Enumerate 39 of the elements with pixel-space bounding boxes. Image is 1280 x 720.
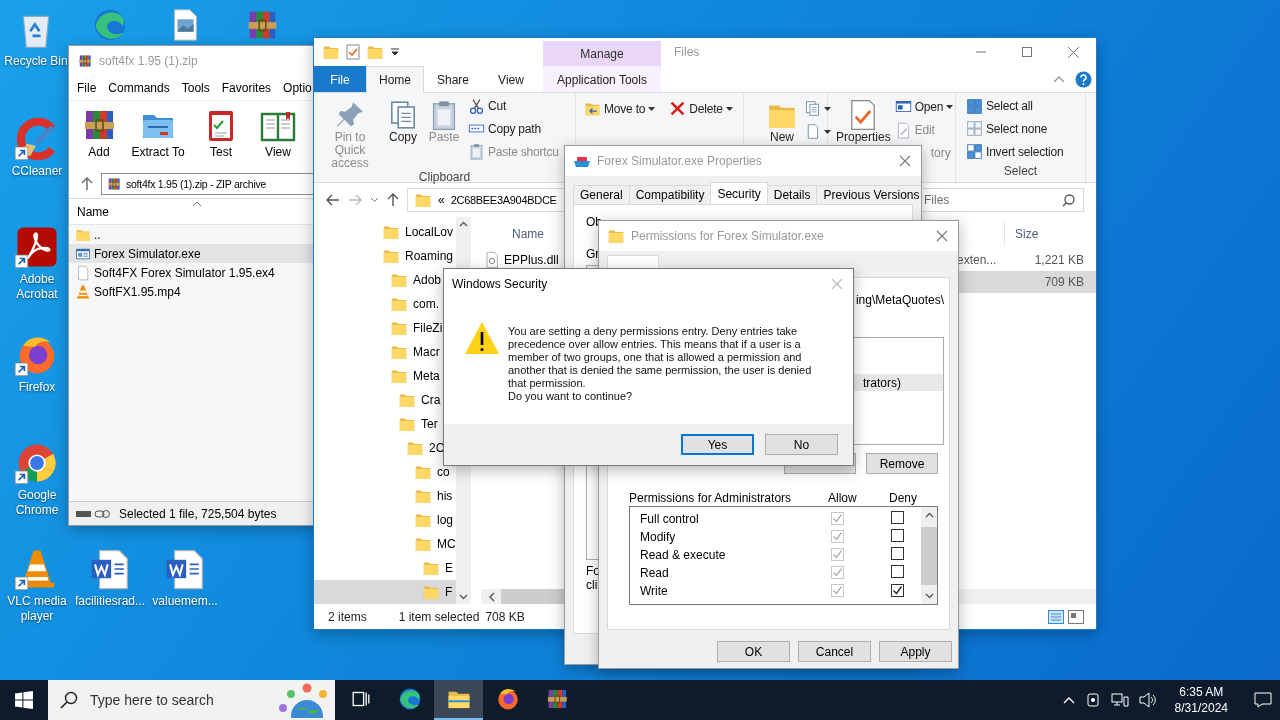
dialog-title: Forex Simulator.exe Properties <box>597 154 762 168</box>
context-tab-header: Manage <box>543 41 661 66</box>
status-text: 708 KB <box>485 609 525 624</box>
desktop-icon-label: valuemem... <box>152 594 218 609</box>
desktop-icon-label: VLC media player <box>6 594 68 624</box>
hint-text: cli <box>586 578 598 592</box>
file-name: SoftFX1.95.mp4 <box>94 284 181 299</box>
desktop-icon-label: facilitiesrad... <box>75 594 145 609</box>
permission-name: Full control <box>640 512 700 526</box>
status-text: Selected 1 file, 725,504 bytes <box>119 506 277 521</box>
ribbon-group-label: Clipboard <box>418 170 471 184</box>
permission-name: Write <box>640 584 669 598</box>
object-path: ing\MetaQuotes\ <box>855 293 944 307</box>
file-name: Soft4FX Forex Simulator 1.95.ex4 <box>94 265 275 280</box>
status-text: 1 item selected <box>398 609 480 624</box>
question-text: Do you want to continue? <box>508 390 634 403</box>
window-title: soft4fx 1.95 (1).zip <box>99 54 198 68</box>
dialog-title: Windows Security <box>452 277 548 291</box>
desktop-icon-label: Adobe Acrobat <box>15 272 59 302</box>
status-text: 2 items <box>328 609 367 624</box>
list-label: Permissions for Administrators <box>629 491 793 505</box>
desktop-icon-label: Firefox <box>18 380 56 395</box>
ribbon-group-label: Select <box>1003 164 1038 178</box>
desktop-icon-label: Recycle Bin <box>4 54 68 69</box>
file-size: 1,221 KB <box>1033 253 1084 267</box>
file-size: 709 KB <box>1043 275 1084 289</box>
permission-name: Read & execute <box>640 548 727 562</box>
file-name: Forex Simulator.exe <box>94 246 201 261</box>
window-title: Files <box>674 45 700 59</box>
permission-name: Read <box>640 566 670 580</box>
desktop-icon-label: CCleaner <box>11 164 63 179</box>
warning-message: You are setting a deny permissions entry. Deny entries take precedence over allow entries. This means that if a user is a member of two groups, one that is allowed a permission and another that is denied the same permission, the user is denied that permission. <box>508 325 813 390</box>
file-name: .. <box>94 227 101 242</box>
permission-name: Modify <box>640 530 677 544</box>
desktop-icon-label: Google Chrome <box>14 488 60 518</box>
field-label: Gr <box>586 247 600 261</box>
column-header: Deny <box>889 491 918 505</box>
column-header: Allow <box>828 491 858 505</box>
dialog-title: Permissions for Forex Simulator.exe <box>631 229 824 243</box>
